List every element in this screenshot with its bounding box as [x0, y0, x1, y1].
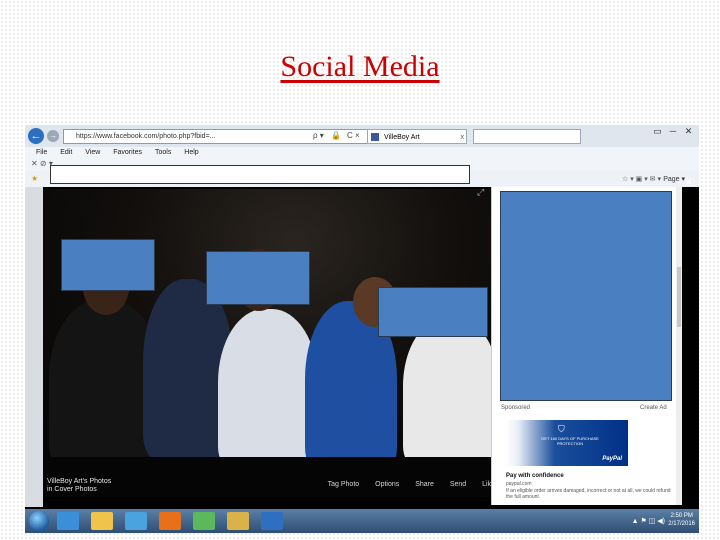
scrollbar[interactable]: [676, 187, 682, 505]
scroll-thumb[interactable]: [677, 267, 681, 327]
explorer-taskbar-icon[interactable]: [91, 512, 113, 530]
apps-taskbar-icon[interactable]: [227, 512, 249, 530]
person-figure: [218, 309, 318, 457]
menu-file[interactable]: File: [36, 149, 47, 156]
windows-taskbar: ▲ ⚑ ◫ ◀) 2:50 PM 2/17/2016: [25, 509, 699, 533]
tab-villeboy-art[interactable]: VilleBoy Art x: [367, 129, 467, 144]
tag-photo-button[interactable]: Tag Photo: [328, 481, 360, 488]
forward-button[interactable]: →: [47, 130, 59, 142]
browser-toolbar: ← → https://www.facebook.com/photo.php?f…: [25, 125, 699, 148]
browser-screenshot: ← → https://www.facebook.com/photo.php?f…: [25, 125, 699, 533]
tab-label: VilleBoy Art: [384, 134, 420, 141]
minimize-icon[interactable]: ─: [666, 126, 679, 136]
media-taskbar-icon[interactable]: [125, 512, 147, 530]
photo-footer: VilleBoy Art's Photos in Cover Photos Ta…: [43, 457, 499, 497]
back-button[interactable]: ←: [28, 128, 44, 144]
window-controls: ▭ ─ ✕: [651, 126, 695, 137]
share-button[interactable]: Share: [415, 481, 434, 488]
slide-title: Social Media: [280, 50, 440, 83]
favorites-star-icon[interactable]: ★: [31, 174, 38, 183]
redaction-box: [50, 165, 470, 184]
side-panel: Sponsored Create Ad ⛉ GET 180 DAYS OF PU…: [491, 187, 682, 505]
album-info: VilleBoy Art's Photos in Cover Photos: [47, 478, 111, 494]
page-menu[interactable]: Page ▾: [663, 175, 685, 183]
face-redaction: [378, 287, 488, 337]
system-tray-icons[interactable]: ▲ ⚑ ◫ ◀): [632, 517, 665, 525]
album-name[interactable]: VilleBoy Art's Photos: [47, 478, 111, 486]
menu-edit[interactable]: Edit: [60, 149, 72, 156]
fullscreen-icon[interactable]: ⤢: [477, 187, 484, 198]
ad-promo-text: GET 180 DAYS OF PURCHASE PROTECTION: [541, 436, 599, 446]
clock[interactable]: 2:50 PM 2/17/2016: [668, 512, 695, 528]
page-background-strip: [25, 187, 43, 507]
address-search-icon[interactable]: ρ ▾: [313, 129, 324, 142]
paypal-logo: PayPal: [602, 456, 622, 462]
address-bar[interactable]: https://www.facebook.com/photo.php?fbid=…: [63, 129, 377, 144]
shield-icon: ⛉: [558, 424, 565, 434]
new-tab[interactable]: [473, 129, 581, 144]
refresh-icon[interactable]: C ×: [347, 129, 360, 142]
menu-help[interactable]: Help: [184, 149, 198, 156]
menu-favorites[interactable]: Favorites: [113, 149, 142, 156]
ad-title[interactable]: Pay with confidence: [506, 473, 564, 479]
clock-time: 2:50 PM: [670, 513, 693, 519]
face-redaction: [206, 251, 310, 305]
comments-redaction: [500, 191, 672, 401]
person-figure: [403, 317, 499, 457]
ad-domain: paypal.com: [506, 481, 532, 487]
create-ad-link[interactable]: Create Ad: [640, 405, 667, 411]
lock-icon: 🔒: [331, 131, 341, 140]
theater-close-icon[interactable]: ✕: [684, 176, 693, 189]
paypal-ad-image[interactable]: ⛉ GET 180 DAYS OF PURCHASE PROTECTION Pa…: [506, 420, 628, 466]
start-button[interactable]: [29, 511, 49, 531]
album-sub[interactable]: in Cover Photos: [47, 486, 111, 494]
outlook-taskbar-icon[interactable]: [261, 512, 283, 530]
cover-photo[interactable]: [43, 189, 499, 457]
chrome-taskbar-icon[interactable]: [193, 512, 215, 530]
photo-actions: Tag Photo Options Share Send Like: [314, 481, 495, 488]
close-tab-icon[interactable]: x: [461, 130, 465, 145]
options-button[interactable]: Options: [375, 481, 399, 488]
ie-taskbar-icon[interactable]: [57, 512, 79, 530]
sponsored-label: Sponsored: [501, 405, 531, 411]
facebook-icon: [371, 133, 379, 141]
menu-bar: File Edit View Favorites Tools Help: [25, 147, 699, 158]
clock-date: 2/17/2016: [668, 521, 695, 527]
command-icons[interactable]: ☆ ▾ ▣ ▾ ✉ ▾: [622, 175, 661, 183]
firefox-taskbar-icon[interactable]: [159, 512, 181, 530]
close-icon[interactable]: ✕: [682, 126, 695, 137]
menu-view[interactable]: View: [85, 149, 100, 156]
menu-tools[interactable]: Tools: [155, 149, 171, 156]
send-button[interactable]: Send: [450, 481, 466, 488]
face-redaction: [61, 239, 155, 291]
restore-icon[interactable]: ▭: [651, 126, 664, 137]
ad-text: If an eligible order arrives damaged, in…: [506, 488, 671, 500]
